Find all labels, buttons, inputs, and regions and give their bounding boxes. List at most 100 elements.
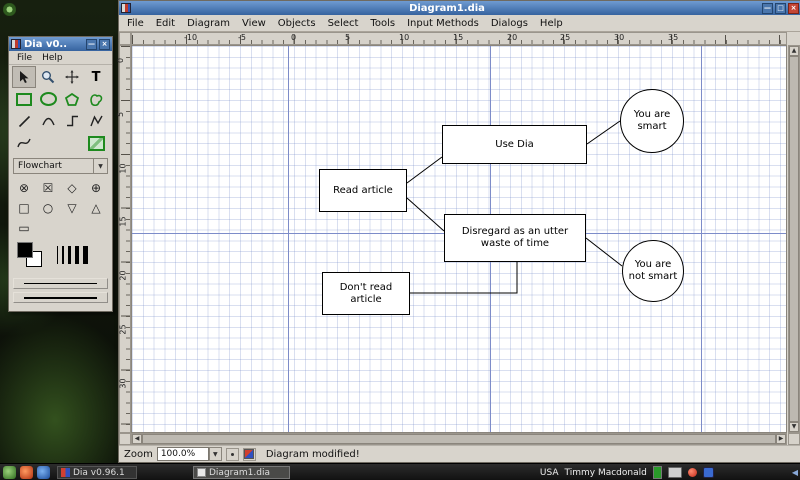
menu-file[interactable]: File	[121, 17, 150, 30]
text-tool[interactable]: T	[84, 66, 108, 88]
scroll-right-button[interactable]: ▶	[776, 434, 786, 444]
magnifier-icon	[42, 71, 55, 84]
foreground-color-swatch[interactable]	[17, 242, 33, 258]
page-break-line	[701, 46, 702, 432]
shape-extract[interactable]: △	[84, 198, 108, 218]
line-width-2[interactable]	[62, 246, 64, 264]
battery-icon[interactable]	[652, 466, 662, 479]
flowchart-circle-you-are-not-smart[interactable]: You are not smart	[622, 240, 684, 302]
ruler-label: 20	[507, 33, 518, 42]
ellipse-icon	[39, 92, 57, 106]
taskbar-window-diagram[interactable]: Diagram1.dia	[193, 466, 290, 479]
line-tool[interactable]	[12, 110, 36, 132]
applications-menu-icon[interactable]	[3, 466, 16, 479]
arc-tool[interactable]	[36, 110, 60, 132]
diagram-canvas[interactable]: Use Dia Read article Disregard as an utt…	[131, 45, 787, 433]
horizontal-scrollbar[interactable]: ◀ ▶	[131, 433, 787, 445]
image-tool[interactable]	[84, 132, 108, 154]
snap-to-grid-toggle[interactable]	[225, 447, 239, 461]
sheet-selector[interactable]: Flowchart ▼	[13, 158, 108, 174]
ruler-label: 30	[614, 33, 625, 42]
menu-diagram[interactable]: Diagram	[181, 17, 236, 30]
desktop-icon[interactable]	[3, 3, 16, 16]
beziergon-tool[interactable]	[84, 88, 108, 110]
toolbox-minimize-button[interactable]: —	[86, 38, 97, 50]
flowchart-circle-you-are-smart[interactable]: You are smart	[620, 89, 684, 153]
tray-applet-icon[interactable]	[702, 467, 714, 478]
toolbox-close-button[interactable]: ×	[99, 38, 110, 50]
polyline-tool[interactable]	[84, 110, 108, 132]
pointer-icon	[19, 71, 28, 83]
select-tool[interactable]	[12, 66, 36, 88]
ruler-label: -5	[238, 33, 246, 42]
box-tool[interactable]	[12, 88, 36, 110]
polygon-tool[interactable]	[60, 88, 84, 110]
menu-help[interactable]: Help	[534, 17, 569, 30]
ruler-label: 0	[291, 33, 297, 42]
grid-dot-icon	[230, 452, 234, 456]
menu-edit[interactable]: Edit	[150, 17, 181, 30]
ruler-label: 15	[118, 216, 128, 227]
shape-sort[interactable]: ☒	[36, 178, 60, 198]
line-width-4[interactable]	[75, 246, 79, 264]
color-selector[interactable]	[17, 242, 45, 270]
shape-ellipse[interactable]: ○	[36, 198, 60, 218]
maximize-button[interactable]: □	[775, 2, 786, 14]
shape-merge[interactable]: ▽	[60, 198, 84, 218]
horizontal-scroll-thumb[interactable]	[142, 434, 776, 444]
update-notifier-icon[interactable]	[687, 468, 697, 477]
menu-objects[interactable]: Objects	[272, 17, 322, 30]
zigzagline-tool[interactable]	[60, 110, 84, 132]
magnify-tool[interactable]	[36, 66, 60, 88]
scroll-down-button[interactable]: ▼	[789, 422, 799, 432]
menu-dialogs[interactable]: Dialogs	[485, 17, 534, 30]
connection-points-toggle[interactable]	[242, 447, 256, 461]
line-width-5[interactable]	[83, 246, 88, 264]
files-launcher-icon[interactable]	[37, 466, 50, 479]
minimize-button[interactable]: —	[762, 2, 773, 14]
scrollbar-corner	[788, 433, 800, 445]
menu-tools[interactable]: Tools	[364, 17, 401, 30]
shape-collate[interactable]: ⊗	[12, 178, 36, 198]
menu-select[interactable]: Select	[322, 17, 365, 30]
tool-spacer	[60, 132, 84, 154]
keyboard-layout-indicator[interactable]: USA	[540, 468, 559, 478]
scroll-up-button[interactable]: ▲	[789, 46, 799, 56]
taskbar-window-toolbox[interactable]: Dia v0.96.1	[57, 466, 137, 479]
bezierline-tool[interactable]	[12, 132, 36, 154]
shape-box[interactable]: □	[12, 198, 36, 218]
shape-summing-junction[interactable]: ⊕	[84, 178, 108, 198]
close-button[interactable]: ×	[788, 2, 799, 14]
line-sample-icon	[24, 283, 97, 284]
ellipse-tool[interactable]	[36, 88, 60, 110]
toolbox-titlebar[interactable]: Dia v0.. — ×	[9, 37, 112, 51]
flowchart-box-read-article[interactable]: Read article	[319, 169, 407, 212]
zoom-dropdown-button[interactable]: ▼	[208, 447, 222, 461]
flowchart-box-disregard[interactable]: Disregard as an utter waste of time	[444, 214, 586, 262]
browser-launcher-icon[interactable]	[20, 466, 33, 479]
scroll-tool[interactable]	[60, 66, 84, 88]
vertical-scrollbar[interactable]: ▲ ▼	[788, 45, 800, 433]
line-width-selector[interactable]	[57, 242, 105, 268]
shape-terminal[interactable]: ▭	[12, 218, 36, 238]
menu-input-methods[interactable]: Input Methods	[401, 17, 485, 30]
main-titlebar[interactable]: Diagram1.dia — □ ×	[119, 1, 800, 15]
line-width-3[interactable]	[68, 246, 71, 264]
panel-hide-arrow[interactable]: ◀	[792, 468, 798, 477]
menu-view[interactable]: View	[236, 17, 272, 30]
vertical-scroll-thumb[interactable]	[789, 56, 799, 422]
zoom-input[interactable]: 100.0%	[156, 447, 209, 461]
keyboard-icon[interactable]	[667, 467, 682, 478]
line-icon	[18, 115, 30, 127]
toolbox-menu-file[interactable]: File	[12, 53, 37, 63]
line-style-selector[interactable]	[13, 292, 108, 303]
line-width-1[interactable]	[57, 246, 58, 264]
flowchart-box-use-dia[interactable]: Use Dia	[442, 125, 587, 164]
ruler-label: 35	[668, 33, 679, 42]
arrow-style-selector[interactable]	[13, 278, 108, 289]
shape-decision[interactable]: ◇	[60, 178, 84, 198]
toolbox-menu-help[interactable]: Help	[37, 53, 68, 63]
scroll-left-button[interactable]: ◀	[132, 434, 142, 444]
origin-button[interactable]	[119, 433, 131, 445]
flowchart-box-dont-read-article[interactable]: Don't read article	[322, 272, 410, 315]
